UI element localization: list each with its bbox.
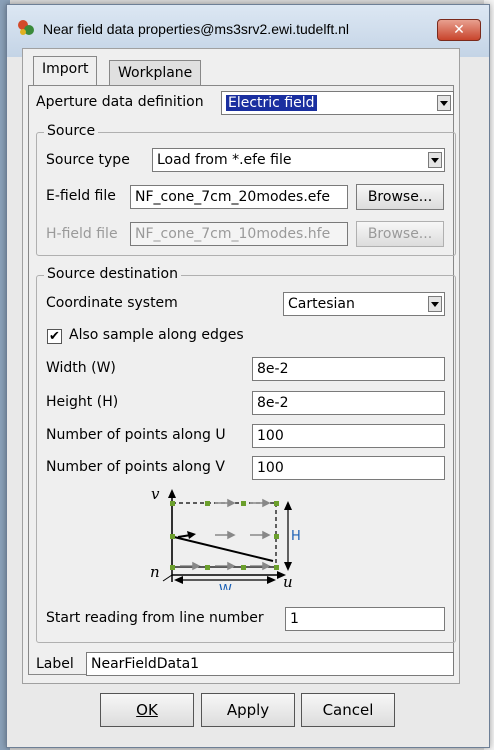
- cancel-button[interactable]: Cancel: [301, 693, 395, 727]
- hfield-input[interactable]: NF_cone_7cm_10modes.hfe: [130, 222, 348, 246]
- hfield-browse-button[interactable]: Browse...: [356, 221, 444, 247]
- coord-system-select[interactable]: Cartesian: [283, 292, 445, 316]
- edges-checkbox[interactable]: ✔: [47, 329, 62, 344]
- source-group-title: Source: [44, 123, 99, 139]
- cancel-label: Cancel: [322, 701, 374, 719]
- aperture-select[interactable]: Electric field: [221, 91, 454, 115]
- label-field-label: Label: [36, 656, 74, 672]
- source-destination-title: Source destination: [44, 266, 181, 282]
- chevron-down-icon: [428, 152, 442, 168]
- chevron-down-icon: [437, 95, 451, 111]
- aperture-label: Aperture data definition: [36, 94, 204, 110]
- npu-input[interactable]: 100: [252, 424, 445, 448]
- grid-diagram: v n u H W: [150, 485, 301, 590]
- tab-workplane[interactable]: Workplane: [109, 60, 202, 86]
- npv-input[interactable]: 100: [252, 456, 445, 480]
- v-axis-label: v: [151, 485, 160, 503]
- chevron-down-icon: [428, 296, 442, 312]
- coord-system-label: Coordinate system: [46, 295, 178, 311]
- height-label: Height (H): [46, 394, 119, 410]
- source-type-label: Source type: [46, 152, 130, 168]
- app-icon: [18, 20, 34, 35]
- u-axis-label: u: [283, 573, 293, 590]
- coord-system-value: Cartesian: [288, 296, 355, 312]
- ok-button[interactable]: OK: [100, 693, 194, 727]
- label-input[interactable]: NearFieldData1: [86, 652, 454, 676]
- width-input[interactable]: 8e-2: [252, 357, 445, 381]
- close-button[interactable]: ✕: [437, 19, 481, 41]
- n-axis-label: n: [150, 563, 160, 581]
- source-type-value: Load from *.efe file: [157, 152, 292, 168]
- apply-button[interactable]: Apply: [201, 693, 295, 727]
- window-title: Near field data properties@ms3srv2.ewi.t…: [43, 21, 350, 37]
- ok-label: OK: [136, 701, 158, 719]
- tab-import[interactable]: Import: [33, 56, 98, 86]
- efield-input[interactable]: NF_cone_7cm_20modes.efe: [130, 185, 348, 209]
- start-line-label: Start reading from line number: [46, 610, 264, 626]
- h-dimension-label: H: [291, 529, 301, 544]
- edges-label: Also sample along edges: [69, 327, 244, 343]
- aperture-value: Electric field: [226, 95, 317, 111]
- hfield-label: H-field file: [46, 226, 118, 242]
- efield-label: E-field file: [46, 188, 116, 204]
- apply-label: Apply: [226, 701, 270, 719]
- height-input[interactable]: 8e-2: [252, 391, 445, 415]
- efield-browse-button[interactable]: Browse...: [356, 184, 444, 210]
- w-dimension-label: W: [219, 583, 232, 590]
- npv-label: Number of points along V: [46, 459, 225, 475]
- source-type-select[interactable]: Load from *.efe file: [152, 148, 445, 172]
- npu-label: Number of points along U: [46, 427, 226, 443]
- width-label: Width (W): [46, 360, 116, 376]
- start-line-input[interactable]: 1: [285, 607, 445, 631]
